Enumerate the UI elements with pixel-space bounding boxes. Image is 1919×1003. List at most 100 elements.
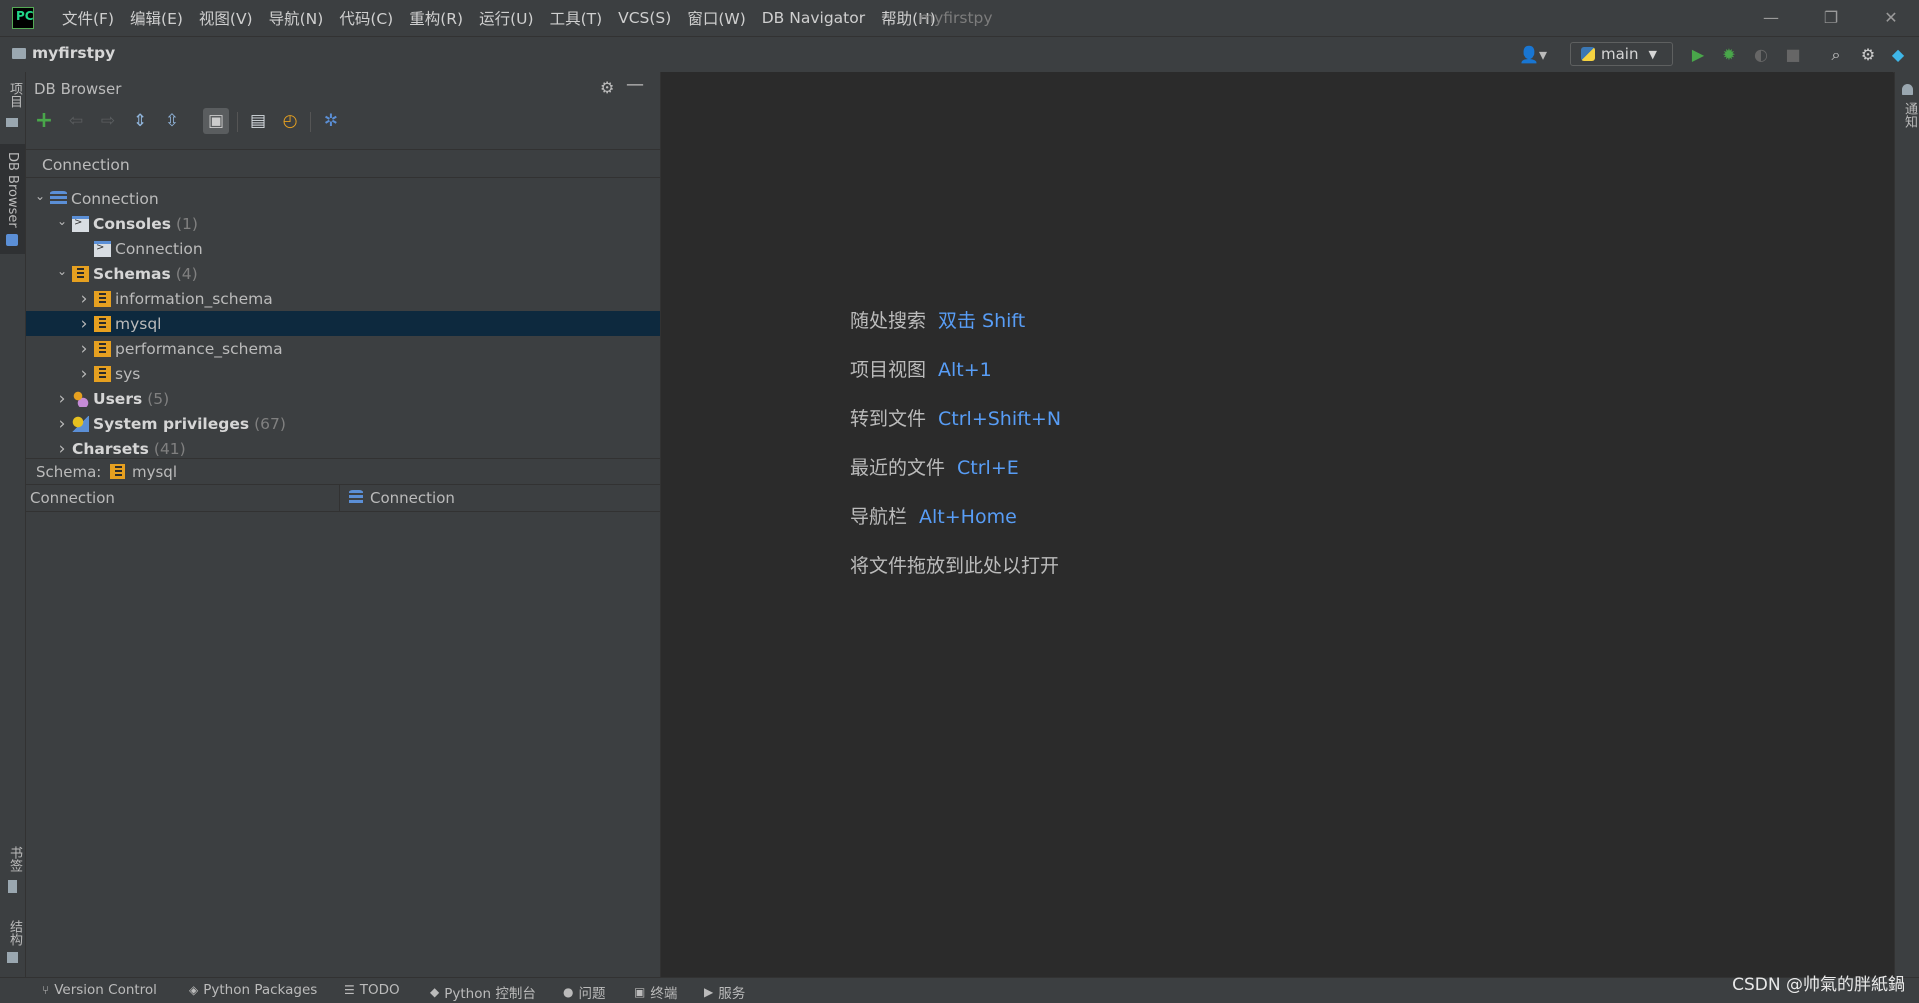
hint-shortcut: Ctrl+E <box>957 457 1019 479</box>
chevron-right-icon[interactable]: › <box>56 439 68 459</box>
expand-all-icon[interactable]: ⇕ <box>127 108 153 134</box>
forward-icon[interactable]: ⇨ <box>95 108 121 134</box>
pycharm-logo-icon[interactable]: PC <box>12 7 34 29</box>
user-icon[interactable]: 👤▾ <box>1518 45 1548 65</box>
db-browser-tool-tab[interactable]: DB Browser <box>5 152 20 228</box>
services-tab[interactable]: ▶ 服务 <box>704 982 745 1002</box>
minimize-icon[interactable]: — <box>1756 6 1786 30</box>
folder-icon <box>6 118 18 127</box>
chevron-right-icon[interactable]: › <box>56 414 68 434</box>
connection-selector-label[interactable]: Connection <box>42 156 130 174</box>
tree-node-count: (41) <box>153 439 186 458</box>
tree-node[interactable]: ⌄ Consoles(1) <box>26 211 660 236</box>
menu-refactor[interactable]: 重构(R) <box>401 7 471 29</box>
menu-vcs[interactable]: VCS(S) <box>610 9 679 27</box>
menu-file[interactable]: 文件(F) <box>54 7 122 29</box>
menu-view[interactable]: 视图(V) <box>191 7 261 29</box>
toolbar-separator <box>237 112 238 132</box>
properties-header: Connection Connection <box>26 484 660 512</box>
menu-run[interactable]: 运行(U) <box>471 7 541 29</box>
structure-tool-tab[interactable]: 结构 <box>5 920 24 946</box>
coverage-icon[interactable]: ◐ <box>1751 45 1771 65</box>
tree-node[interactable]: › performance_schema <box>26 336 660 361</box>
tree-node[interactable]: › sys <box>26 361 660 386</box>
chevron-right-icon[interactable]: › <box>78 289 90 309</box>
tab-label: TODO <box>359 982 400 998</box>
users-icon <box>72 390 89 407</box>
chevron-right-icon[interactable]: › <box>78 314 90 334</box>
menu-code[interactable]: 代码(C) <box>331 7 401 29</box>
tree-node[interactable]: › Users (5) <box>26 386 660 411</box>
project-name: myfirstpy <box>32 44 116 62</box>
chevron-right-icon[interactable]: › <box>78 364 90 384</box>
schema-icon <box>94 315 111 332</box>
history-icon[interactable]: ◴ <box>277 108 303 134</box>
tree-node[interactable]: › information_schema <box>26 286 660 311</box>
right-tool-stripe: 通知 <box>1894 72 1919 977</box>
database-icon <box>6 234 18 246</box>
python-icon: ◆ <box>430 985 440 999</box>
chevron-right-icon[interactable]: › <box>78 339 90 359</box>
panel-title: DB Browser <box>34 80 122 98</box>
property-value: Connection <box>370 489 455 507</box>
restore-icon[interactable]: ❐ <box>1816 6 1846 30</box>
schema-icon <box>94 290 111 307</box>
schema-bar: Schema: mysql <box>26 458 660 485</box>
version-control-tab[interactable]: ⑂ Version Control <box>42 982 157 998</box>
editor-area[interactable]: 随处搜索 双击 Shift 项目视图 Alt+1 转到文件 Ctrl+Shift+N 最近的… <box>661 72 1893 977</box>
show-objects-icon[interactable]: ▣ <box>203 108 229 134</box>
problems-tab[interactable]: ● 问题 <box>563 982 605 1002</box>
chevron-down-icon[interactable]: ⌄ <box>56 264 68 278</box>
tree-node-label: mysql <box>115 314 162 333</box>
bell-icon[interactable] <box>1902 84 1913 95</box>
tree-node-label: Charsets <box>72 439 149 458</box>
schema-icon <box>110 464 125 479</box>
chevron-down-icon[interactable]: ⌄ <box>34 189 46 203</box>
run-icon[interactable]: ▶ <box>1688 45 1708 65</box>
divider <box>26 149 660 150</box>
terminal-tab[interactable]: ▣ 终端 <box>634 982 677 1002</box>
schema-icon <box>94 365 111 382</box>
tree-node-label: System privileges <box>93 414 250 433</box>
project-tool-tab[interactable]: 项目 <box>5 82 24 108</box>
chevron-right-icon[interactable]: › <box>56 389 68 409</box>
minimize-panel-icon[interactable]: — <box>626 74 644 95</box>
toolbox-icon[interactable]: ◆ <box>1888 45 1908 65</box>
menu-db-navigator[interactable]: DB Navigator <box>754 9 873 27</box>
back-icon[interactable]: ⇦ <box>63 108 89 134</box>
collapse-all-icon[interactable]: ⇳ <box>159 108 185 134</box>
project-breadcrumb[interactable]: myfirstpy <box>12 44 115 62</box>
menu-navigate[interactable]: 导航(N) <box>261 7 332 29</box>
run-config-selector[interactable]: main ▼ <box>1570 42 1673 66</box>
bookmarks-tool-tab[interactable]: 书签 <box>5 846 24 872</box>
schema-value[interactable]: mysql <box>132 463 177 481</box>
chevron-down-icon: ▼ <box>1648 47 1657 61</box>
gear-icon[interactable]: ⚙ <box>600 78 614 97</box>
tree-node[interactable]: ⌄ Schemas (4) <box>26 261 660 286</box>
open-console-icon[interactable]: ▤ <box>245 108 271 134</box>
settings-icon[interactable]: ✲ <box>318 108 344 134</box>
close-icon[interactable]: ✕ <box>1876 6 1906 30</box>
hint-shortcut: 双击 Shift <box>938 310 1026 332</box>
stop-icon[interactable]: ■ <box>1783 45 1803 65</box>
chevron-down-icon[interactable]: ⌄ <box>56 214 68 228</box>
python-console-tab[interactable]: ◆ Python 控制台 <box>430 982 536 1002</box>
add-connection-icon[interactable]: + <box>31 108 57 134</box>
gear-icon[interactable]: ⚙ <box>1858 45 1878 65</box>
tree-node[interactable]: › System privileges (67) <box>26 411 660 436</box>
tree-node[interactable]: Connection <box>26 236 660 261</box>
tree-node-count: (1) <box>175 214 198 233</box>
tab-label: Version Control <box>54 982 157 998</box>
search-icon[interactable]: ⌕ <box>1826 45 1846 65</box>
debug-icon[interactable]: ✹ <box>1719 45 1739 65</box>
menu-window[interactable]: 窗口(W) <box>679 7 753 29</box>
menu-edit[interactable]: 编辑(E) <box>122 7 191 29</box>
title-bar: PC 文件(F) 编辑(E) 视图(V) 导航(N) 代码(C) 重构(R) 运… <box>0 0 1919 36</box>
todo-tab[interactable]: ☰ TODO <box>344 982 400 998</box>
tree-node[interactable]: ⌄ Connection <box>26 186 660 211</box>
tree-node[interactable]: › mysql <box>26 311 660 336</box>
python-packages-tab[interactable]: ◈ Python Packages <box>189 982 317 998</box>
menu-tools[interactable]: 工具(T) <box>542 7 611 29</box>
navigation-bar: myfirstpy 👤▾ main ▼ ▶ ✹ ◐ ■ ⌕ ⚙ ◆ <box>0 36 1919 73</box>
notifications-tool-tab[interactable]: 通知 <box>1900 102 1919 128</box>
